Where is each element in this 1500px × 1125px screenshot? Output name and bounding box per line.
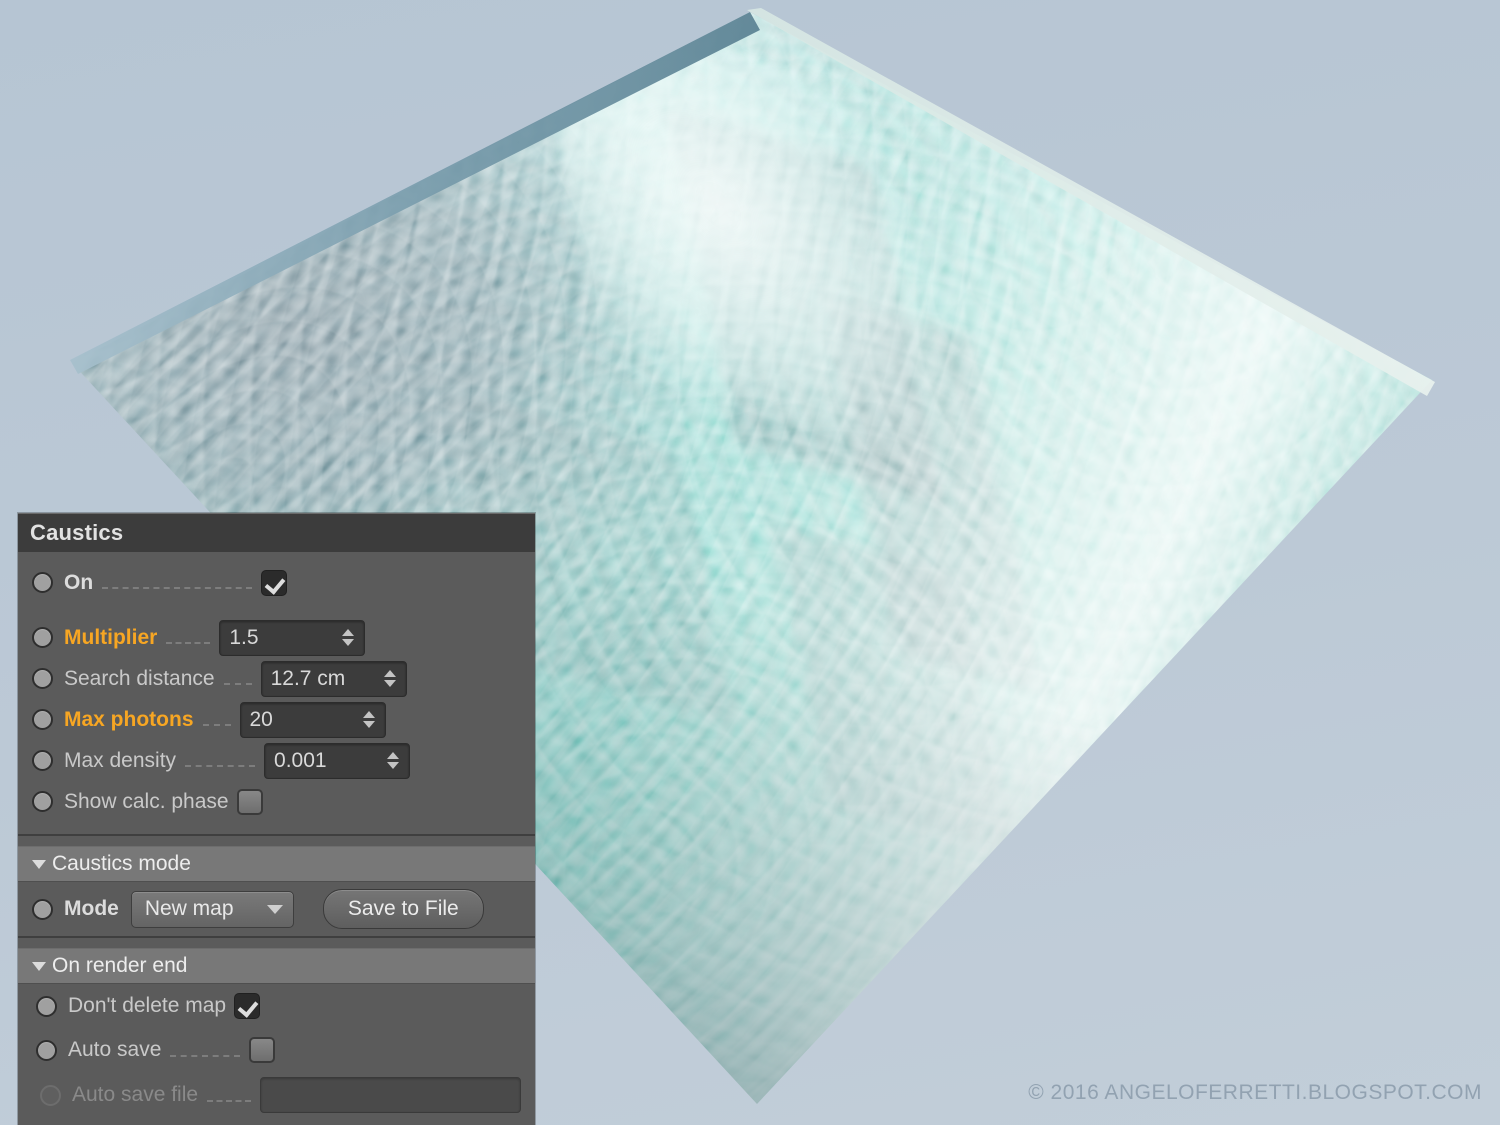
row-auto-save: Auto save <box>18 1028 535 1072</box>
panel-body: On Multiplier 1.5 Search distance 12.7 c… <box>18 552 535 834</box>
panel-titlebar: Caustics <box>18 513 535 552</box>
row-search-distance: Search distance 12.7 cm <box>18 658 535 699</box>
row-max-density: Max density 0.001 <box>18 740 535 781</box>
label-search-distance: Search distance <box>64 666 215 690</box>
field-max-density[interactable]: 0.001 <box>264 742 411 779</box>
leader-dots <box>102 586 252 589</box>
animation-dot-mode[interactable] <box>32 898 53 920</box>
save-to-file-button[interactable]: Save to File <box>322 889 484 929</box>
label-max-density: Max density <box>64 748 177 772</box>
animation-dot-dont-delete-map[interactable] <box>36 995 57 1017</box>
chevron-down-icon[interactable] <box>32 859 46 869</box>
animation-dot-search-distance[interactable] <box>32 668 53 689</box>
leader-dots <box>185 764 256 767</box>
checkbox-dont-delete-map[interactable] <box>234 993 261 1019</box>
value-multiplier: 1.5 <box>229 625 259 649</box>
spinner-search-distance[interactable] <box>379 666 401 692</box>
animation-dot-show-calc-phase[interactable] <box>32 791 53 812</box>
leader-dots <box>170 1054 241 1057</box>
dropdown-mode[interactable]: New map <box>130 890 294 928</box>
row-spacer <box>18 603 535 617</box>
label-auto-save-file: Auto save file <box>72 1083 199 1106</box>
field-search-distance[interactable]: 12.7 cm <box>260 660 407 697</box>
checkbox-on[interactable] <box>261 569 287 596</box>
label-dont-delete-map: Don't delete map <box>68 994 227 1017</box>
row-dont-delete-map: Don't delete map <box>18 984 535 1028</box>
animation-dot-multiplier[interactable] <box>32 627 53 648</box>
spinner-max-density[interactable] <box>382 748 404 774</box>
spinner-multiplier[interactable] <box>337 625 359 651</box>
leader-dots <box>202 723 231 726</box>
field-multiplier[interactable]: 1.5 <box>219 619 366 656</box>
value-max-photons: 20 <box>249 707 273 731</box>
group-label-caustics-mode: Caustics mode <box>52 852 191 875</box>
leader-dots <box>223 682 252 685</box>
leader-dots <box>207 1099 252 1102</box>
label-auto-save: Auto save <box>68 1038 162 1061</box>
value-max-density: 0.001 <box>274 748 327 772</box>
chevron-down-icon[interactable] <box>266 904 283 914</box>
row-multiplier: Multiplier 1.5 <box>18 617 535 658</box>
leader-dots <box>166 641 211 644</box>
copyright-watermark: © 2016 ANGELOFERRETTI.BLOGSPOT.COM <box>1028 1081 1482 1104</box>
label-mode: Mode <box>64 897 119 920</box>
group-label-on-render-end: On render end <box>52 954 188 977</box>
group-separator <box>18 834 535 847</box>
label-max-photons: Max photons <box>64 707 194 731</box>
value-search-distance: 12.7 cm <box>270 666 346 690</box>
row-on: On <box>18 562 535 603</box>
checkbox-show-calc-phase[interactable] <box>236 788 263 815</box>
label-multiplier: Multiplier <box>64 625 158 649</box>
dropdown-mode-value: New map <box>144 897 234 920</box>
row-spacer <box>18 822 535 834</box>
row-show-calc-phase: Show calc. phase <box>18 781 535 822</box>
row-auto-save-file: Auto save file <box>18 1072 535 1118</box>
group-separator <box>18 936 535 949</box>
checkbox-auto-save[interactable] <box>249 1037 276 1063</box>
animation-dot-on[interactable] <box>32 572 53 593</box>
row-max-photons: Max photons 20 <box>18 699 535 740</box>
panel-title: Caustics <box>30 520 124 545</box>
animation-dot-auto-save-file <box>40 1084 61 1106</box>
field-auto-save-file <box>260 1077 521 1113</box>
group-header-caustics-mode[interactable]: Caustics mode <box>18 847 535 882</box>
chevron-down-icon[interactable] <box>32 961 46 971</box>
label-on: On <box>64 570 94 594</box>
animation-dot-max-density[interactable] <box>32 750 53 771</box>
panel-footer <box>18 1118 535 1125</box>
application-screenshot: © 2016 ANGELOFERRETTI.BLOGSPOT.COM Caust… <box>0 0 1500 1125</box>
group-header-on-render-end[interactable]: On render end <box>18 949 535 984</box>
label-show-calc-phase: Show calc. phase <box>64 789 229 813</box>
row-mode: Mode New map Save to File <box>18 882 535 936</box>
field-max-photons[interactable]: 20 <box>239 701 386 738</box>
animation-dot-max-photons[interactable] <box>32 709 53 730</box>
caustics-settings-panel: Caustics On Multiplier 1.5 Search distan… <box>18 513 535 1125</box>
animation-dot-auto-save[interactable] <box>36 1039 57 1061</box>
spinner-max-photons[interactable] <box>358 707 380 733</box>
